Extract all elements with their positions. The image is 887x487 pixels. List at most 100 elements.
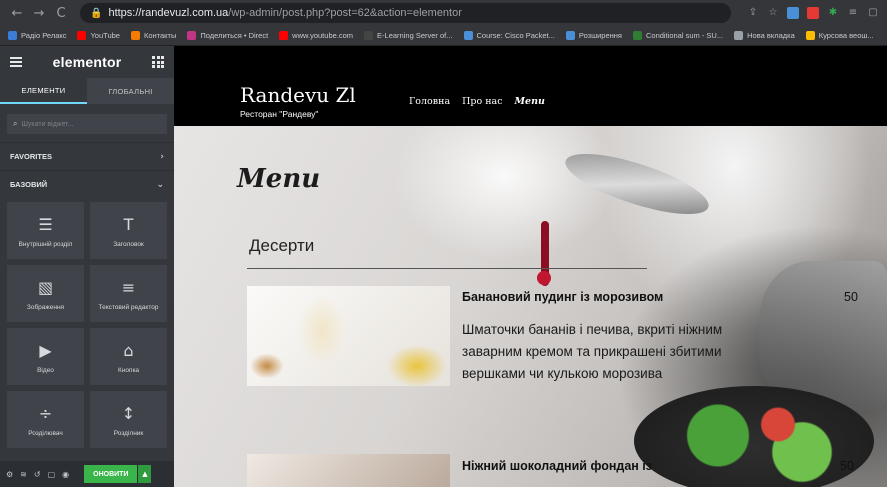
browser-toolbar: ← → C 🔒 https://randevuzl.com.ua /wp-adm… <box>0 0 887 26</box>
chevron-up-icon[interactable]: ▲ <box>138 465 152 483</box>
responsive-icon[interactable]: ▢ <box>48 470 56 479</box>
instagram-icon <box>187 31 197 40</box>
youtube-icon <box>279 31 289 40</box>
extension-icons: ⇪ ☆ ✱ ≡ ▢ <box>739 7 879 19</box>
widget-heading[interactable]: T Заголовок <box>90 202 167 259</box>
bookmark-favicon <box>463 31 473 40</box>
widget-label: Заголовок <box>113 241 144 248</box>
category-basic[interactable]: БАЗОВИЙ ⌄ <box>0 170 174 198</box>
bookmarks-bar: Радіо Релакс YouTube Контакты Поделиться… <box>0 26 887 46</box>
category-label: FAVORITES <box>10 152 52 161</box>
sauce-drop-image <box>537 271 551 285</box>
navigator-icon[interactable]: ≋ <box>20 470 27 479</box>
text-editor-icon: ≡ <box>121 277 136 297</box>
share-icon[interactable]: ⇪ <box>747 7 759 19</box>
sidebar-icon[interactable]: ▢ <box>867 7 879 19</box>
bookmark-item[interactable]: Нова вкладка <box>734 31 795 40</box>
widget-text-editor[interactable]: ≡ Текстовий редактор <box>90 265 167 322</box>
bookmark-label: Поделиться • Direct <box>200 31 269 40</box>
elementor-logo: elementor <box>52 54 122 70</box>
widget-label: Розділник <box>113 430 144 437</box>
dish-price: 50 <box>840 459 854 473</box>
widget-inner-section[interactable]: ☰ Внутрішній розділ <box>7 202 84 259</box>
bookmark-item[interactable]: E-Learning Server of... <box>364 31 453 40</box>
tab-global[interactable]: ГЛОБАЛЬНІ <box>87 78 174 104</box>
bookmark-item[interactable]: www.youtube.com <box>279 31 353 40</box>
menu-item-home[interactable]: Головна <box>409 96 450 107</box>
widget-image[interactable]: ▧ Зображення <box>7 265 84 322</box>
menu-item-menu[interactable]: Menu <box>515 96 545 107</box>
bookmark-label: YouTube <box>90 31 120 40</box>
tab-elements[interactable]: ЕЛЕМЕНТИ <box>0 78 87 104</box>
bookmark-favicon <box>632 31 642 40</box>
reload-icon[interactable]: C <box>52 6 70 21</box>
bookmark-label: Нова вкладка <box>747 31 795 40</box>
widget-divider[interactable]: ÷ Розділювач <box>7 391 84 448</box>
bookmark-label: Радіо Релакс <box>21 31 67 40</box>
back-icon[interactable]: ← <box>8 6 26 21</box>
site-brand[interactable]: Randevu Zl <box>240 83 356 107</box>
forward-icon[interactable]: → <box>30 6 48 21</box>
site-header: Randevu Zl Ресторан "Рандеву" Головна Пр… <box>174 46 887 126</box>
bookmark-item[interactable]: YouTube <box>77 31 120 40</box>
image-icon: ▧ <box>37 277 54 297</box>
extension-icon[interactable] <box>787 7 799 19</box>
widget-button[interactable]: ⌂ Кнопка <box>90 328 167 385</box>
bookmark-label: www.youtube.com <box>292 31 354 40</box>
bookmark-item[interactable]: Курсова веош... <box>805 31 874 40</box>
widget-video[interactable]: ▶ Відео <box>7 328 84 385</box>
widget-label: Відео <box>37 367 54 374</box>
page-title: Menu <box>237 164 321 194</box>
star-icon[interactable]: ☆ <box>767 7 779 19</box>
bookmark-favicon <box>8 31 17 40</box>
settings-icon[interactable]: ⚙ <box>6 470 13 479</box>
history-icon[interactable]: ↺ <box>34 470 41 479</box>
bookmark-item[interactable]: Розширення <box>565 31 622 40</box>
address-bar[interactable]: 🔒 https://randevuzl.com.ua /wp-admin/pos… <box>80 3 731 23</box>
extension-icon[interactable] <box>807 7 819 19</box>
bookmark-favicon <box>130 31 140 40</box>
bookmark-label: E-Learning Server of... <box>377 31 453 40</box>
video-icon: ▶ <box>39 340 52 360</box>
puzzle-icon <box>565 31 575 40</box>
preview-icon[interactable]: ◉ <box>62 470 69 479</box>
panel-footer: ⚙ ≋ ↺ ▢ ◉ ОНОВИТИ ▲ <box>0 461 174 487</box>
site-tagline: Ресторан "Рандеву" <box>240 109 319 119</box>
bookmark-label: Course: Cisco Packet... <box>476 31 555 40</box>
update-button[interactable]: ОНОВИТИ <box>84 465 138 483</box>
bookmark-favicon <box>364 31 374 40</box>
page-preview[interactable]: Randevu Zl Ресторан "Рандеву" Головна Пр… <box>174 46 887 487</box>
widgets-grid-icon[interactable] <box>152 56 164 68</box>
bookmark-label: Conditional sum - SU... <box>645 31 724 40</box>
dish-description: Шматочки бананів і печива, вкриті ніжним… <box>462 322 723 381</box>
bookmark-item[interactable]: Course: Cisco Packet... <box>463 31 555 40</box>
bookmark-label: Контакты <box>143 31 177 40</box>
lock-icon[interactable]: 🔒 <box>90 8 102 19</box>
hamburger-icon[interactable] <box>10 55 22 69</box>
section-title: Десерти <box>249 236 315 255</box>
divider-icon: ÷ <box>38 403 53 423</box>
panel-tabs: ЕЛЕМЕНТИ ГЛОБАЛЬНІ <box>0 78 174 104</box>
bookmark-item[interactable]: Conditional sum - SU... <box>632 31 724 40</box>
bookmark-item[interactable]: Радіо Релакс <box>8 31 66 40</box>
category-favorites[interactable]: FAVORITES › <box>0 142 174 170</box>
widget-search-input[interactable]: ⌕ Шукати віджет... <box>7 114 167 134</box>
dish-price: 50 <box>844 290 858 304</box>
dish-name: Ніжний шоколадний фондан із <box>462 459 652 473</box>
bookmark-item[interactable]: Контакты <box>130 31 177 40</box>
drive-icon <box>805 31 815 40</box>
menu-icon[interactable]: ≡ <box>847 7 859 19</box>
widget-spacer[interactable]: ↕ Розділник <box>90 391 167 448</box>
widget-label: Кнопка <box>117 367 140 374</box>
globe-icon <box>734 31 744 40</box>
menu-item-about[interactable]: Про нас <box>462 96 502 107</box>
url-path: /wp-admin/post.php?post=62&action=elemen… <box>228 7 462 19</box>
url-host: https://randevuzl.com.ua <box>108 7 229 19</box>
widgets-grid: ☰ Внутрішній розділ T Заголовок ▧ Зображенн… <box>0 198 174 448</box>
bookmark-item[interactable]: Поделиться • Direct <box>187 31 268 40</box>
search-icon: ⌕ <box>13 119 18 128</box>
puzzle-icon[interactable]: ✱ <box>827 7 839 19</box>
widget-label: Зображення <box>26 304 65 311</box>
category-label: БАЗОВИЙ <box>10 180 48 189</box>
bookmark-label: Розширення <box>578 31 622 40</box>
